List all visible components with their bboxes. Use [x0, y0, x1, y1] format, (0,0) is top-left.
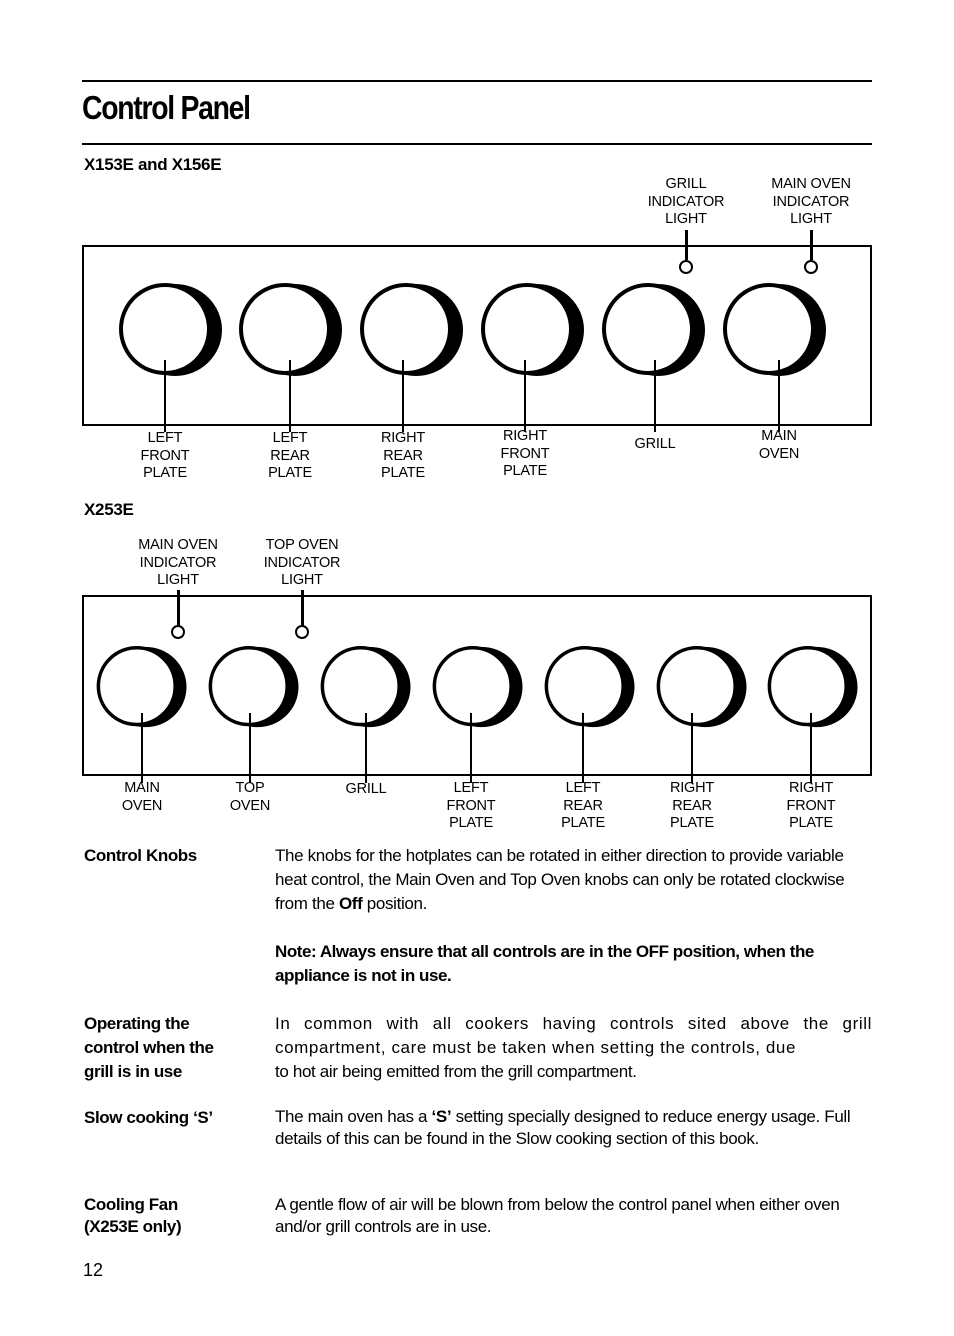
leader-line: [289, 360, 291, 432]
leader-line: [810, 230, 813, 260]
section-text: In common with all cookers having contro…: [275, 1012, 872, 1084]
knob-label: LEFT FRONT PLATE: [446, 780, 496, 831]
leader-line: [402, 360, 404, 432]
leader-line: [691, 713, 693, 783]
leader-line: [470, 713, 472, 783]
knob-label: LEFT FRONT PLATE: [140, 430, 190, 481]
section-heading: Operating the control when the grill is …: [84, 1014, 214, 1081]
leader-line: [141, 713, 143, 783]
knob-label: RIGHT REAR PLATE: [669, 780, 715, 831]
section-text: The main oven has a ‘S’ setting speciall…: [275, 1106, 872, 1149]
knob-label: RIGHT REAR PLATE: [380, 430, 426, 481]
control-knob[interactable]: [430, 645, 526, 734]
model-heading-x253e: X253E: [84, 500, 134, 519]
leader-line: [524, 360, 526, 432]
indicator-light-icon: [679, 260, 693, 274]
leader-line: [778, 360, 780, 432]
text-run: position.: [362, 894, 428, 913]
section-text: A gentle flow of air will be blown from …: [275, 1195, 840, 1236]
safety-note: Note: Always ensure that all controls ar…: [275, 942, 814, 985]
knob-label: LEFT REAR PLATE: [561, 780, 605, 831]
indicator-label: TOP OVEN INDICATOR LIGHT: [263, 537, 341, 588]
section-heading: Slow cooking ‘S’: [84, 1108, 213, 1127]
knob-label: LEFT REAR PLATE: [268, 430, 312, 481]
leader-line: [301, 590, 304, 626]
knob-label: MAIN OVEN: [121, 780, 163, 814]
top-rule: [82, 80, 872, 82]
knob-label: GRILL: [634, 436, 676, 452]
section-heading: Cooling Fan (X253E only): [84, 1195, 182, 1236]
control-knob[interactable]: [765, 645, 861, 734]
leader-line: [177, 590, 180, 626]
indicator-label: MAIN OVEN INDICATOR LIGHT: [138, 537, 218, 588]
control-knob[interactable]: [357, 282, 467, 383]
control-knob[interactable]: [116, 282, 226, 383]
leader-line: [164, 360, 166, 432]
leader-line: [582, 713, 584, 783]
page-title: Control Panel: [82, 89, 251, 126]
leader-line: [685, 230, 688, 260]
leader-line: [365, 713, 367, 783]
model-heading-x153e-x156e: X153E and X156E: [84, 155, 222, 174]
control-knob[interactable]: [206, 645, 302, 734]
knob-label: TOP OVEN: [229, 780, 271, 814]
text-run: to hot air being emitted from the grill …: [275, 1062, 637, 1081]
text-run: The main oven has a: [275, 1107, 432, 1126]
indicator-light-icon: [804, 260, 818, 274]
control-knob[interactable]: [720, 282, 830, 383]
section-text: The knobs for the hotplates can be rotat…: [275, 844, 872, 916]
indicator-light-icon: [171, 625, 185, 639]
bold-text-run: ‘S’: [431, 1107, 452, 1126]
control-knob[interactable]: [654, 645, 750, 734]
indicator-label: MAIN OVEN INDICATOR LIGHT: [771, 176, 851, 227]
control-knob[interactable]: [478, 282, 588, 383]
title-underline: [82, 143, 872, 145]
bold-text-run: Off: [338, 894, 363, 913]
control-knob[interactable]: [236, 282, 346, 383]
page-number: 12: [83, 1260, 104, 1280]
knob-label: GRILL: [345, 781, 387, 797]
section-heading: Control Knobs: [84, 846, 197, 865]
leader-line: [654, 360, 656, 432]
knob-label: RIGHT FRONT PLATE: [786, 780, 836, 831]
knob-label: MAIN OVEN: [758, 428, 800, 462]
indicator-label: GRILL INDICATOR LIGHT: [647, 176, 725, 227]
knob-label: RIGHT FRONT PLATE: [500, 428, 550, 479]
control-knob[interactable]: [542, 645, 638, 734]
leader-line: [249, 713, 251, 783]
leader-line: [810, 713, 812, 783]
text-run: In common with all cookers having contro…: [275, 1014, 872, 1057]
indicator-light-icon: [295, 625, 309, 639]
